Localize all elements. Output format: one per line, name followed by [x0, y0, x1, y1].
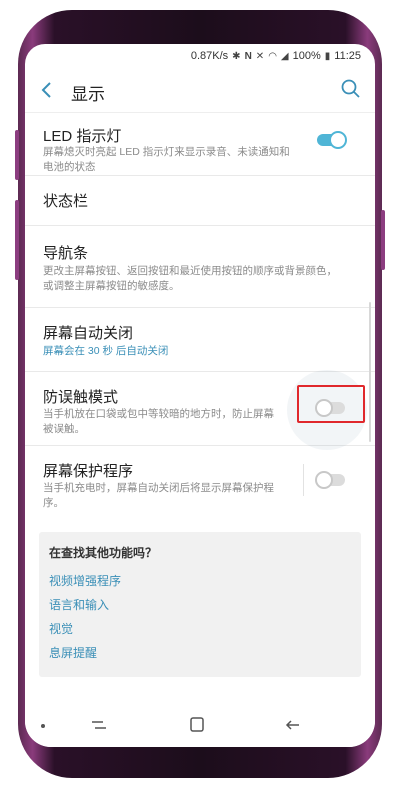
setting-title: 屏幕保护程序	[43, 463, 134, 480]
nav-dot-icon	[41, 724, 45, 728]
page-title: 显示	[71, 85, 105, 104]
status-bar: 0.87K/s ✱ N ✕ ◠ ◢ 100% ▮ 11:25	[25, 44, 375, 68]
setting-screensaver[interactable]: 屏幕保护程序 当手机充电时，屏幕自动关闭后将显示屏幕保护程序。	[25, 446, 375, 518]
status-time: 11:25	[334, 50, 361, 62]
phone-side-button	[15, 200, 19, 280]
setting-title: 屏幕自动关闭	[43, 325, 134, 342]
mute-icon: ✕	[255, 50, 265, 62]
setting-accidental-touch[interactable]: 防误触模式 当手机放在口袋或包中等较暗的地方时，防止屏幕被误触。	[25, 370, 375, 450]
setting-title: 状态栏	[43, 193, 89, 210]
setting-subtitle: 当手机充电时，屏幕自动关闭后将显示屏幕保护程序。	[43, 482, 274, 509]
battery-percent: 100%	[292, 50, 321, 62]
setting-screen-timeout[interactable]: 屏幕自动关闭 屏幕会在 30 秒 后自动关闭	[25, 308, 375, 372]
bluetooth-icon: ✱	[232, 50, 241, 62]
setting-title: 导航条	[43, 245, 89, 262]
recent-apps-icon[interactable]	[89, 716, 109, 734]
phone-side-button	[15, 130, 19, 180]
battery-icon: ▮	[324, 50, 331, 62]
card-heading: 在查找其他功能吗？	[49, 546, 158, 560]
setting-led-indicator[interactable]: LED 指示灯 屏幕熄灭时亮起 LED 指示灯来显示录音、未读通知和电池的状态	[25, 112, 375, 176]
settings-list: LED 指示灯 屏幕熄灭时亮起 LED 指示灯来显示录音、未读通知和电池的状态 …	[25, 112, 375, 702]
link-vision[interactable]: 视觉	[49, 620, 73, 637]
setting-subtitle: 更改主屏幕按钮、返回按钮和最近使用按钮的顺序或背景颜色，或调整主屏幕按钮的敏感度…	[43, 265, 337, 292]
network-speed: 0.87K/s	[190, 50, 229, 62]
scrollbar[interactable]	[369, 302, 371, 442]
link-video-enhancer[interactable]: 视频增强程序	[49, 572, 121, 589]
phone-screen: 0.87K/s ✱ N ✕ ◠ ◢ 100% ▮ 11:25 显示 LED 指示…	[25, 44, 375, 747]
wifi-icon: ◠	[268, 50, 277, 62]
back-arrow-icon[interactable]	[39, 78, 59, 102]
setting-title: 防误触模式	[43, 389, 119, 406]
setting-subtitle: 屏幕会在 30 秒 后自动关闭	[43, 345, 169, 357]
signal-icon: ◢	[280, 50, 289, 62]
setting-navigation-bar[interactable]: 导航条 更改主屏幕按钮、返回按钮和最近使用按钮的顺序或背景颜色，或调整主屏幕按钮…	[25, 226, 375, 308]
highlight-box	[297, 385, 365, 423]
search-icon[interactable]	[339, 77, 363, 101]
back-icon[interactable]	[283, 716, 303, 734]
led-toggle[interactable]	[315, 131, 347, 149]
vertical-divider	[303, 464, 304, 496]
looking-for-more-card: 在查找其他功能吗？ 视频增强程序 语言和输入 视觉 息屏提醒	[39, 532, 361, 677]
phone-side-button	[381, 210, 385, 270]
setting-status-bar[interactable]: 状态栏	[25, 176, 375, 226]
app-bar: 显示	[25, 68, 375, 112]
navigation-bar	[25, 702, 375, 747]
setting-subtitle: 当手机放在口袋或包中等较暗的地方时，防止屏幕被误触。	[43, 408, 274, 435]
setting-title: LED 指示灯	[43, 128, 122, 145]
screensaver-toggle[interactable]	[315, 471, 347, 489]
setting-subtitle: 屏幕熄灭时亮起 LED 指示灯来显示录音、未读通知和电池的状态	[43, 146, 290, 173]
home-icon[interactable]	[187, 716, 207, 734]
link-always-on-display[interactable]: 息屏提醒	[49, 644, 97, 661]
toggle-knob	[315, 471, 333, 489]
link-language-input[interactable]: 语言和输入	[49, 596, 109, 613]
toggle-knob	[329, 131, 347, 149]
nfc-icon: N	[244, 50, 252, 62]
